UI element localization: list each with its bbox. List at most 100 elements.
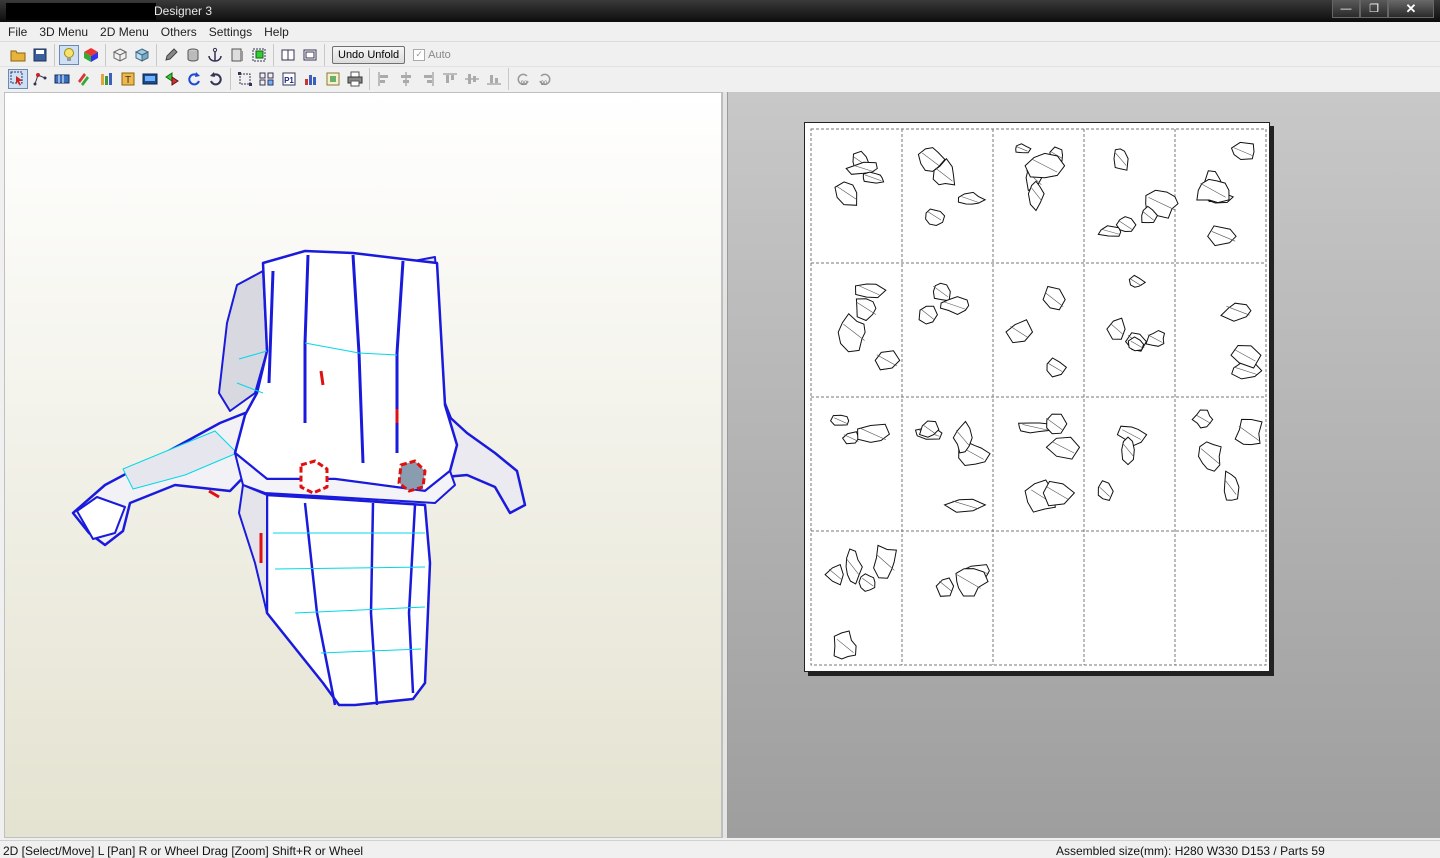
unfold-part[interactable] bbox=[1128, 274, 1147, 288]
pattern-page bbox=[824, 544, 897, 660]
maximize-button[interactable]: ❐ bbox=[1360, 0, 1388, 18]
green-box-icon[interactable] bbox=[249, 45, 269, 65]
auto-checkbox[interactable]: ✓ Auto bbox=[413, 48, 451, 61]
menu-file[interactable]: File bbox=[2, 25, 33, 39]
3d-model-viewport[interactable] bbox=[5, 93, 723, 839]
menu-others[interactable]: Others bbox=[155, 25, 203, 39]
auto-check-box[interactable]: ✓ bbox=[413, 48, 426, 61]
unfold-part[interactable] bbox=[1042, 285, 1066, 311]
minimize-button[interactable]: — bbox=[1332, 0, 1360, 18]
align-right-icon[interactable] bbox=[418, 69, 438, 89]
menu-settings[interactable]: Settings bbox=[203, 25, 258, 39]
rotate-neg90-icon[interactable]: 90 bbox=[535, 69, 555, 89]
unfold-part[interactable] bbox=[957, 191, 987, 205]
unfold-part[interactable] bbox=[1196, 178, 1230, 204]
pencil-icon[interactable] bbox=[161, 45, 181, 65]
select-move-icon[interactable] bbox=[8, 69, 28, 89]
status-bar: 2D [Select/Move] L [Pan] R or Wheel Drag… bbox=[0, 840, 1440, 858]
menu-3d[interactable]: 3D Menu bbox=[33, 25, 94, 39]
save-icon[interactable] bbox=[30, 45, 50, 65]
image-tool-icon[interactable] bbox=[140, 69, 160, 89]
unfold-part[interactable] bbox=[943, 498, 987, 513]
open-folder-icon[interactable] bbox=[8, 45, 28, 65]
wire-cube-icon[interactable] bbox=[110, 45, 130, 65]
close-button[interactable]: ✕ bbox=[1388, 0, 1434, 18]
rotate-90-icon[interactable]: 90 bbox=[513, 69, 533, 89]
unfold-part[interactable] bbox=[824, 563, 844, 586]
align-bottom-icon[interactable] bbox=[484, 69, 504, 89]
anchor-icon[interactable] bbox=[205, 45, 225, 65]
split-pane-icon[interactable] bbox=[300, 45, 320, 65]
unfold-part[interactable] bbox=[874, 350, 901, 371]
menu-2d[interactable]: 2D Menu bbox=[94, 25, 155, 39]
cylinder-icon[interactable] bbox=[183, 45, 203, 65]
arrange-parts-icon[interactable] bbox=[257, 69, 277, 89]
pattern-page bbox=[917, 147, 987, 227]
unfold-part[interactable] bbox=[935, 577, 955, 597]
unfold-part[interactable] bbox=[1230, 141, 1255, 161]
unfold-part[interactable] bbox=[1097, 480, 1114, 501]
align-center-icon[interactable] bbox=[396, 69, 416, 89]
unfold-part[interactable] bbox=[1042, 480, 1076, 507]
color-bars-icon[interactable] bbox=[96, 69, 116, 89]
rotate-right-icon[interactable] bbox=[206, 69, 226, 89]
page-settings-icon[interactable] bbox=[323, 69, 343, 89]
unfold-part[interactable] bbox=[1115, 216, 1137, 233]
paint-stripes-icon[interactable] bbox=[74, 69, 94, 89]
pattern-page bbox=[829, 414, 891, 445]
pattern-page bbox=[1191, 409, 1263, 501]
unfold-part[interactable] bbox=[925, 208, 946, 227]
unfold-part[interactable] bbox=[1121, 436, 1135, 466]
3d-view-pane[interactable] bbox=[4, 92, 722, 838]
node-edit-icon[interactable] bbox=[30, 69, 50, 89]
2d-view-pane[interactable] bbox=[728, 92, 1440, 838]
film-strip-icon[interactable] bbox=[52, 69, 72, 89]
unfold-part[interactable] bbox=[1045, 436, 1081, 460]
unfold-part[interactable] bbox=[1197, 441, 1222, 472]
unfold-part[interactable] bbox=[1220, 302, 1252, 322]
pattern-page bbox=[1017, 413, 1081, 513]
unfold-layout[interactable] bbox=[805, 123, 1271, 673]
color-cube-icon[interactable] bbox=[81, 45, 101, 65]
edit-group bbox=[156, 43, 273, 66]
align-top-icon[interactable] bbox=[440, 69, 460, 89]
pattern-page bbox=[1015, 143, 1066, 212]
status-mode-text: 2D [Select/Move] L [Pan] R or Wheel Drag… bbox=[3, 844, 364, 858]
unfold-part[interactable] bbox=[837, 312, 866, 353]
print-icon[interactable] bbox=[345, 69, 365, 89]
unfold-part[interactable] bbox=[1046, 357, 1068, 378]
undo-unfold-button[interactable]: Undo Unfold bbox=[332, 45, 406, 64]
page-one-icon[interactable]: P1 bbox=[279, 69, 299, 89]
unfold-part[interactable] bbox=[955, 568, 989, 597]
fit-page-icon[interactable] bbox=[235, 69, 255, 89]
menu-bar: File 3D Menu 2D Menu Others Settings Hel… bbox=[0, 22, 1440, 42]
unfold-part[interactable] bbox=[1005, 319, 1034, 344]
text-tool-icon[interactable]: T bbox=[118, 69, 138, 89]
rotate-left-icon[interactable] bbox=[184, 69, 204, 89]
align-left-icon[interactable] bbox=[374, 69, 394, 89]
unfold-part[interactable] bbox=[855, 298, 877, 322]
unfold-part[interactable] bbox=[1046, 413, 1068, 435]
unfold-part[interactable] bbox=[1223, 470, 1240, 501]
unfold-part[interactable] bbox=[1097, 225, 1122, 237]
window-controls: — ❐ ✕ bbox=[1332, 0, 1434, 18]
unfold-part[interactable] bbox=[1234, 418, 1263, 446]
unfold-part[interactable] bbox=[833, 630, 857, 660]
unfold-part[interactable] bbox=[834, 181, 858, 206]
light-bulb-icon[interactable] bbox=[59, 44, 79, 65]
panel-icon[interactable] bbox=[227, 45, 247, 65]
layout-group bbox=[273, 43, 324, 66]
align-middle-icon[interactable] bbox=[462, 69, 482, 89]
model-group bbox=[105, 43, 156, 66]
chart-layout-icon[interactable] bbox=[301, 69, 321, 89]
unfold-part[interactable] bbox=[858, 573, 876, 592]
pattern-page bbox=[935, 564, 990, 597]
unfold-part[interactable] bbox=[932, 282, 951, 302]
single-pane-icon[interactable] bbox=[278, 45, 298, 65]
join-edge-icon[interactable] bbox=[162, 69, 182, 89]
menu-help[interactable]: Help bbox=[258, 25, 295, 39]
unfold-part[interactable] bbox=[1015, 143, 1032, 154]
unfold-part[interactable] bbox=[857, 423, 891, 443]
texture-cube-icon[interactable] bbox=[132, 45, 152, 65]
unfold-part[interactable] bbox=[862, 171, 885, 184]
